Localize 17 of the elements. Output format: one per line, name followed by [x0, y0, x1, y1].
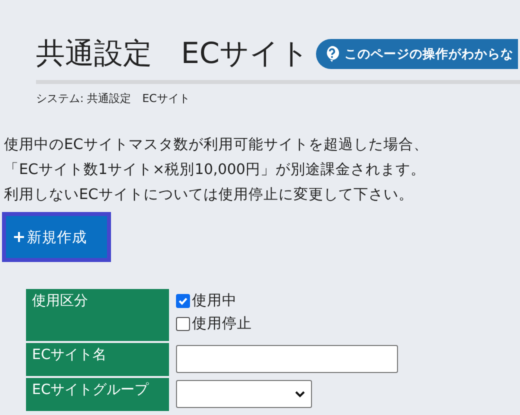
help-button[interactable]: このページの操作がわからな — [316, 39, 518, 69]
chevron-icon — [295, 390, 305, 398]
field-label: ECサイトグループ — [26, 378, 169, 411]
breadcrumb: システム: 共通設定 ECサイト — [36, 91, 191, 106]
checkbox[interactable]: 使用中 — [176, 291, 513, 310]
text-field[interactable] — [176, 345, 398, 373]
check-icon — [178, 296, 188, 306]
field-label: ECサイト名 — [26, 343, 169, 376]
checkbox[interactable]: 使用停止 — [176, 314, 513, 333]
dropdown[interactable] — [176, 380, 312, 408]
notice-text: 使用中のECサイトマスタ数が利用可能サイトを超過した場合、 — [4, 136, 430, 155]
notice-text: 「ECサイト数1サイト×税別10,000円」が別途課金されます。 — [4, 161, 426, 180]
new-button[interactable]: 新規作成 — [2, 212, 111, 262]
field-label: 使用区分 — [26, 289, 169, 341]
page-title: 共通設定 ECサイト — [36, 35, 310, 72]
plus-icon — [14, 232, 24, 242]
notice-text: 利用しないECサイトについては使用停止に変更して下さい。 — [4, 186, 414, 205]
